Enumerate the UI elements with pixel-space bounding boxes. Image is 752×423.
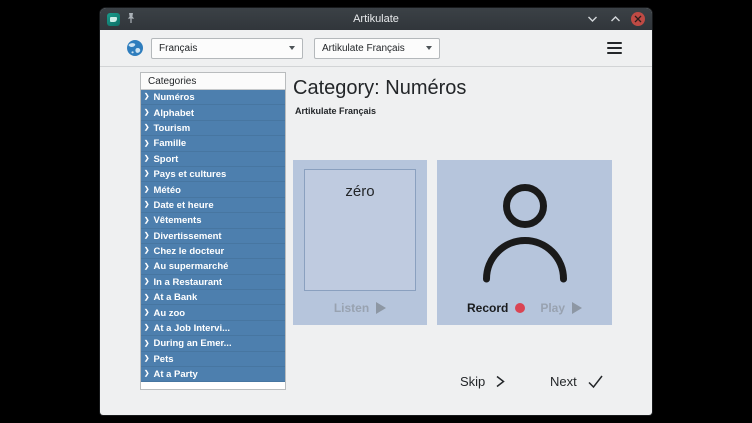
chevron-right-icon: ❯ xyxy=(144,187,149,194)
sidebar-item[interactable]: ❯ Pays et cultures xyxy=(141,167,285,182)
sidebar-item[interactable]: ❯ Numéros xyxy=(141,90,285,105)
chevron-right-icon xyxy=(495,374,506,389)
chevron-right-icon: ❯ xyxy=(144,248,149,255)
chevron-down-icon xyxy=(289,46,295,50)
pin-icon[interactable] xyxy=(126,12,136,27)
chevron-right-icon: ❯ xyxy=(144,356,149,363)
sidebar-item[interactable]: ❯ Sport xyxy=(141,152,285,167)
sidebar-item-label: Chez le docteur xyxy=(153,246,224,257)
listen-label: Listen xyxy=(334,301,369,315)
chevron-right-icon: ❯ xyxy=(144,233,149,240)
phrase-box: zéro xyxy=(304,169,416,291)
language-dropdown[interactable]: Français xyxy=(151,38,303,59)
minimize-button[interactable] xyxy=(585,12,599,26)
sidebar-item-label: During an Emer... xyxy=(153,338,231,349)
course-dropdown-value: Artikulate Français xyxy=(322,43,405,54)
sidebar-item-label: At a Party xyxy=(153,369,197,380)
chevron-right-icon: ❯ xyxy=(144,141,149,148)
language-dropdown-value: Français xyxy=(159,43,197,54)
sidebar-item-label: Tourism xyxy=(153,123,190,134)
sidebar-item[interactable]: ❯ Chez le docteur xyxy=(141,244,285,259)
sidebar-item[interactable]: ❯ Divertissement xyxy=(141,229,285,244)
sidebar-item-label: At a Job Intervi... xyxy=(153,323,230,334)
chevron-right-icon: ❯ xyxy=(144,371,149,378)
skip-label: Skip xyxy=(460,374,485,389)
sidebar-item[interactable]: ❯ Météo xyxy=(141,182,285,197)
chevron-right-icon: ❯ xyxy=(144,218,149,225)
user-silhouette-icon xyxy=(477,177,572,288)
category-list: ❯Numéros❯Alphabet❯Tourism❯Famille❯Sport❯… xyxy=(141,90,285,382)
phrase-card: zéro Listen xyxy=(293,160,427,325)
sidebar-item-label: Numéros xyxy=(153,92,194,103)
sidebar-item[interactable]: ❯ During an Emer... xyxy=(141,336,285,351)
record-card: Record Play xyxy=(437,160,612,325)
play-triangle-icon xyxy=(376,302,386,314)
maximize-button[interactable] xyxy=(608,12,622,26)
sidebar-item[interactable]: ❯ At a Bank xyxy=(141,290,285,305)
titlebar[interactable]: Artikulate xyxy=(100,8,652,30)
categories-header: Categories xyxy=(141,73,285,90)
play-triangle-icon xyxy=(572,302,582,314)
chevron-right-icon: ❯ xyxy=(144,325,149,332)
record-label[interactable]: Record xyxy=(467,301,508,315)
record-dot-icon[interactable] xyxy=(515,303,525,313)
sidebar-item[interactable]: ❯ Pets xyxy=(141,352,285,367)
chevron-right-icon: ❯ xyxy=(144,110,149,117)
next-label: Next xyxy=(550,374,577,389)
sidebar-item-label: Pets xyxy=(153,354,173,365)
chevron-down-icon xyxy=(426,46,432,50)
page-title: Category: Numéros xyxy=(293,77,466,100)
checkmark-icon xyxy=(587,374,604,389)
play-label[interactable]: Play xyxy=(540,301,565,315)
sidebar-item[interactable]: ❯ Au zoo xyxy=(141,305,285,320)
window-title: Artikulate xyxy=(100,13,652,25)
content-area: Categories ❯ Numéros ❯ Alphabet ❯ Tourism ❯ Fam… xyxy=(100,67,652,415)
sidebar-item[interactable]: ❯ Famille xyxy=(141,136,285,151)
sidebar-item-label: Météo xyxy=(153,185,180,196)
chevron-right-icon: ❯ xyxy=(144,310,149,317)
chevron-right-icon: ❯ xyxy=(144,295,149,302)
sidebar-item-label: Vêtements xyxy=(153,215,201,226)
artikulate-app-icon xyxy=(107,13,120,26)
phrase-text: zéro xyxy=(345,183,374,290)
chevron-right-icon: ❯ xyxy=(144,156,149,163)
artikulate-window: Artikulate Français xyxy=(100,8,652,415)
page-subtitle: Artikulate Français xyxy=(295,106,376,116)
sidebar-item-label: Au supermarché xyxy=(153,261,228,272)
chevron-right-icon: ❯ xyxy=(144,279,149,286)
sidebar-item[interactable]: ❯ At a Job Intervi... xyxy=(141,321,285,336)
sidebar-item[interactable]: ❯ Vêtements xyxy=(141,213,285,228)
close-button[interactable] xyxy=(631,12,645,26)
sidebar-item[interactable]: ❯ Au supermarché xyxy=(141,259,285,274)
next-button[interactable]: Next xyxy=(550,369,604,393)
chevron-right-icon: ❯ xyxy=(144,171,149,178)
sidebar-item[interactable]: ❯ Alphabet xyxy=(141,105,285,120)
sidebar-item-label: Pays et cultures xyxy=(153,169,226,180)
skip-button[interactable]: Skip xyxy=(460,369,506,393)
sidebar-item-label: Au zoo xyxy=(153,308,185,319)
course-dropdown[interactable]: Artikulate Français xyxy=(314,38,440,59)
chevron-right-icon: ❯ xyxy=(144,125,149,132)
globe-language-icon xyxy=(126,39,144,57)
sidebar-item-label: Sport xyxy=(153,154,178,165)
sidebar-item-label: At a Bank xyxy=(153,292,197,303)
sidebar-item-label: Famille xyxy=(153,138,186,149)
chevron-right-icon: ❯ xyxy=(144,202,149,209)
sidebar-item-label: In a Restaurant xyxy=(153,277,222,288)
sidebar-item-label: Divertissement xyxy=(153,231,221,242)
sidebar-item-label: Alphabet xyxy=(153,108,194,119)
sidebar-item[interactable]: ❯ In a Restaurant xyxy=(141,275,285,290)
sidebar-item[interactable]: ❯ Date et heure xyxy=(141,198,285,213)
chevron-right-icon: ❯ xyxy=(144,264,149,271)
sidebar-item[interactable]: ❯ At a Party xyxy=(141,367,285,382)
sidebar-item-label: Date et heure xyxy=(153,200,213,211)
hamburger-menu-icon[interactable] xyxy=(607,42,622,54)
toolbar: Français Artikulate Français xyxy=(100,30,652,67)
categories-panel: Categories ❯ Numéros ❯ Alphabet ❯ Tourism ❯ Fam… xyxy=(140,72,286,390)
chevron-right-icon: ❯ xyxy=(144,94,149,101)
listen-button[interactable]: Listen xyxy=(293,301,427,315)
sidebar-item[interactable]: ❯ Tourism xyxy=(141,121,285,136)
chevron-right-icon: ❯ xyxy=(144,341,149,348)
